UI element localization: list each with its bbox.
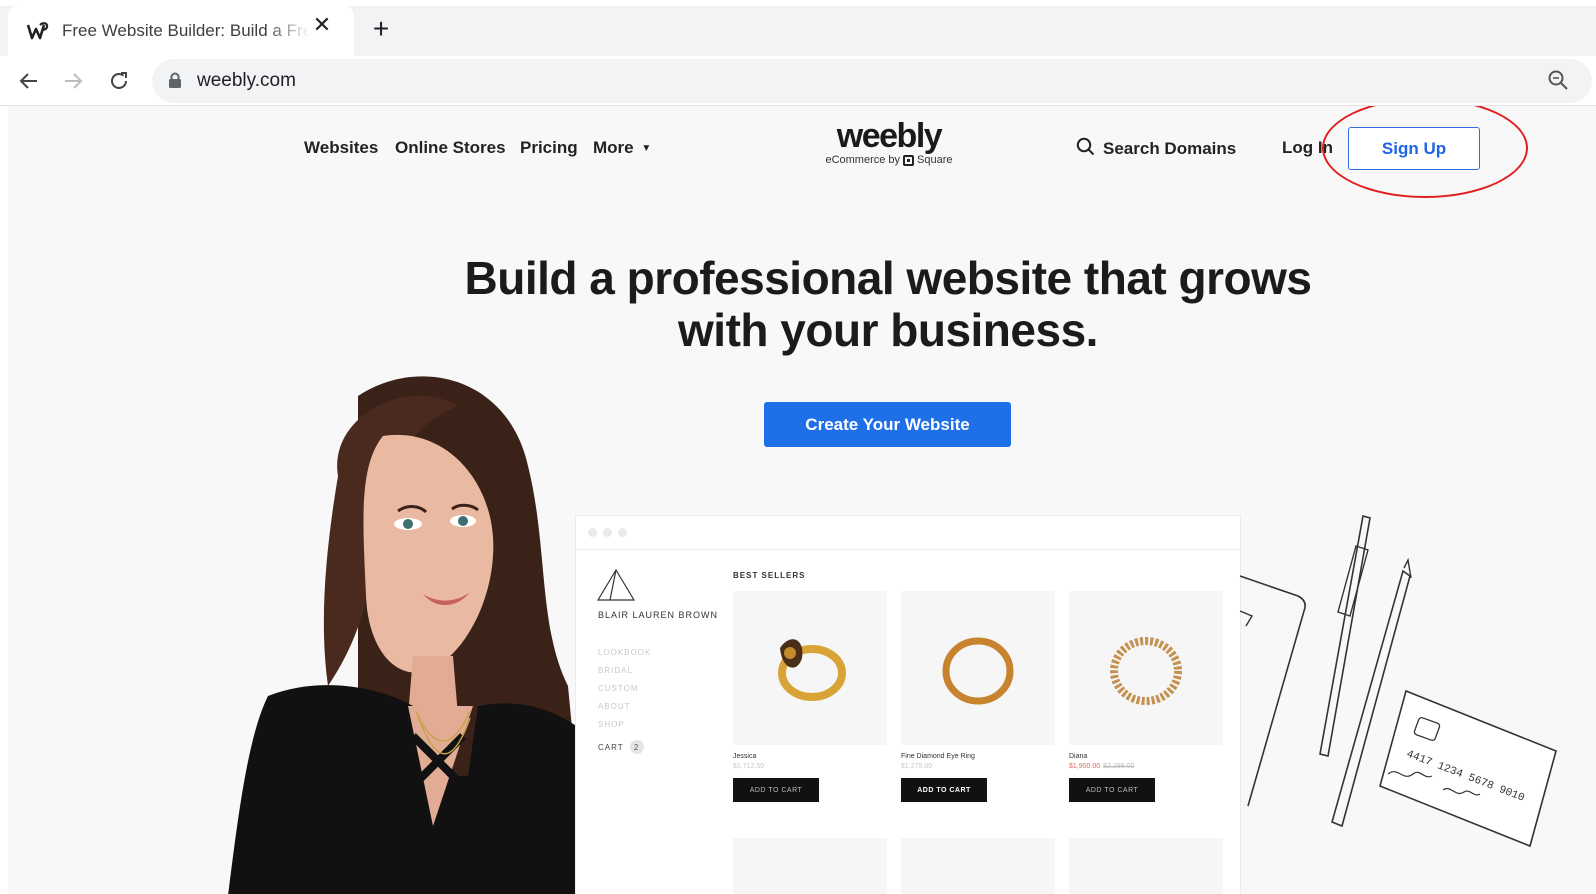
- logo-sub-prefix: eCommerce by: [825, 154, 901, 166]
- logo-subtitle: eCommerce by Square: [820, 154, 958, 166]
- cart-label: CART: [598, 742, 624, 752]
- cart-count-badge: 2: [629, 740, 644, 754]
- tab-title: Free Website Builder: Build a Free Websi…: [62, 21, 310, 40]
- product-card: [733, 838, 887, 894]
- store-menu-item: BRIDAL: [598, 666, 633, 675]
- store-brand-name: BLAIR LAUREN BROWN: [598, 610, 719, 620]
- logo-sub-brand: Square: [917, 154, 953, 166]
- store-side-menu: LOOKBOOK BRIDAL CUSTOM ABOUT SHOP CART 2: [598, 648, 651, 756]
- ring-image: [733, 591, 887, 745]
- hero-line-2: with your business.: [678, 304, 1098, 356]
- nav-more-label: More: [593, 138, 634, 157]
- back-arrow-icon[interactable]: [14, 66, 44, 96]
- address-bar[interactable]: weebly.com: [152, 59, 1592, 103]
- forward-arrow-icon[interactable]: [58, 66, 88, 96]
- hero-heading: Build a professional website that grows …: [388, 252, 1388, 356]
- sketch-illustration: 4417 1234 5678 9010: [1239, 514, 1557, 848]
- search-domains-link[interactable]: Search Domains: [1076, 137, 1236, 161]
- sale-price: $1,900.00: [1069, 763, 1101, 770]
- nav-more-dropdown[interactable]: More ▼: [593, 138, 651, 158]
- create-website-button[interactable]: Create Your Website: [764, 402, 1011, 447]
- browser-toolbar: weebly.com: [0, 56, 1596, 106]
- new-tab-icon[interactable]: +: [368, 13, 394, 44]
- mockup-window-bar: [576, 516, 1240, 550]
- zoom-icon[interactable]: [1547, 69, 1569, 96]
- store-menu-item: LOOKBOOK: [598, 648, 652, 657]
- product-price: $1,275.00: [901, 763, 933, 770]
- weebly-logo[interactable]: weebly eCommerce by Square: [820, 118, 958, 166]
- close-tab-icon[interactable]: ✕: [310, 12, 334, 37]
- url-text: weebly.com: [197, 70, 296, 91]
- browser-chrome: Free Website Builder: Build a Free Websi…: [0, 0, 1596, 56]
- search-domains-label: Search Domains: [1103, 139, 1237, 158]
- original-price: $2,299.00: [1103, 763, 1135, 770]
- add-to-cart-button: ADD TO CART: [1069, 778, 1155, 802]
- product-price: $1,900.00 $2,299.00: [1069, 763, 1223, 770]
- login-link[interactable]: Log In: [1282, 138, 1333, 158]
- browser-tab[interactable]: Free Website Builder: Build a Free Websi…: [8, 6, 354, 56]
- weebly-favicon-icon: [26, 19, 50, 43]
- window-dot: [588, 528, 597, 537]
- store-cart-item: CART 2: [598, 738, 651, 756]
- lock-icon: [168, 72, 182, 94]
- product-card: Fine Diamond Eye Ring $1,275.00 ADD TO C…: [901, 591, 1055, 802]
- reload-icon[interactable]: [104, 66, 134, 96]
- signup-button[interactable]: Sign Up: [1348, 127, 1480, 170]
- store-menu-item: CUSTOM: [598, 684, 639, 693]
- nav-websites-link[interactable]: Websites: [304, 138, 378, 158]
- product-card: Jessica $1,712.50 ADD TO CART: [733, 591, 887, 802]
- store-preview-mockup: BLAIR LAUREN BROWN LOOKBOOK BRIDAL CUSTO…: [576, 516, 1240, 894]
- search-icon: [1076, 137, 1095, 161]
- add-to-cart-button: ADD TO CART: [901, 778, 987, 802]
- hero-line-1: Build a professional website that grows: [464, 252, 1312, 304]
- product-card: Diana $1,900.00 $2,299.00 ADD TO CART: [1069, 591, 1223, 802]
- product-card: [1069, 838, 1223, 894]
- best-sellers-title: BEST SELLERS: [733, 571, 806, 580]
- caret-down-icon: ▼: [641, 143, 652, 154]
- credit-card-icon: 4417 1234 5678 9010: [1379, 689, 1557, 848]
- product-name: Diana: [1069, 753, 1088, 760]
- window-dot: [603, 528, 612, 537]
- square-logo-icon: [903, 154, 915, 166]
- nav-pricing-link[interactable]: Pricing: [520, 138, 578, 158]
- add-to-cart-button: ADD TO CART: [733, 778, 819, 802]
- product-card: [901, 838, 1055, 894]
- store-menu-item: ABOUT: [598, 702, 631, 711]
- store-menu-item: SHOP: [598, 720, 625, 729]
- ring-image: [1069, 591, 1223, 745]
- window-dot: [618, 528, 627, 537]
- weebly-homepage: Websites Online Stores Pricing More ▼ we…: [8, 106, 1596, 894]
- ring-image: [901, 591, 1055, 745]
- product-price: $1,712.50: [733, 763, 765, 770]
- logo-wordmark: weebly: [836, 117, 943, 155]
- triangle-logo-icon: [596, 568, 636, 607]
- product-name: Fine Diamond Eye Ring: [901, 753, 975, 760]
- woman-portrait-image: [228, 376, 588, 894]
- product-name: Jessica: [733, 753, 757, 760]
- nav-online-stores-link[interactable]: Online Stores: [395, 138, 506, 158]
